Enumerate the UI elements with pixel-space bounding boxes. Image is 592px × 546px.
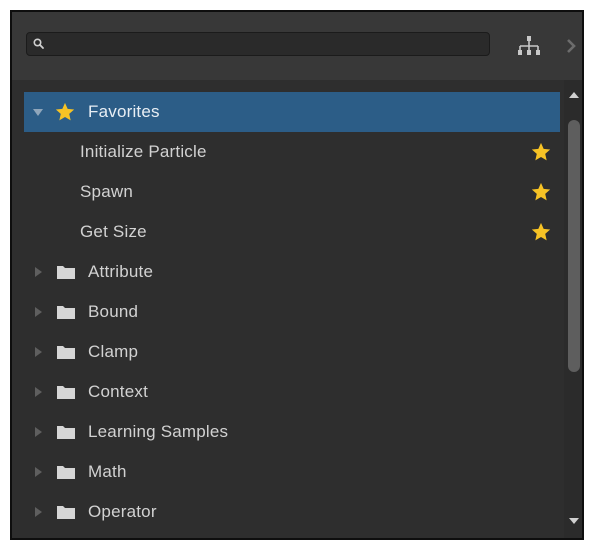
folder-icon (57, 426, 75, 439)
favorite-item-get-size[interactable]: Get Size (24, 212, 560, 252)
folder-icon (57, 266, 75, 279)
tree-item-label: Context (88, 382, 148, 401)
tree-item-label: Attribute (88, 262, 154, 281)
search-input[interactable] (26, 32, 490, 56)
folder-icon (57, 386, 75, 399)
tree-item-label: Initialize Particle (80, 142, 207, 161)
expand-arrow-icon[interactable] (32, 426, 44, 438)
star-icon[interactable] (530, 181, 552, 203)
expand-arrow-icon[interactable] (32, 466, 44, 478)
tree-item-favorites[interactable]: Favorites (24, 92, 560, 132)
expand-arrow-icon[interactable] (32, 346, 44, 358)
tree-folder-operator[interactable]: Operator (24, 492, 560, 532)
tree-item-label: Learning Samples (88, 422, 229, 441)
folder-icon (57, 466, 75, 479)
folder-icon (57, 506, 75, 519)
node-search-panel: Favorites Initialize Particle Spawn Get … (10, 10, 584, 540)
tree-item-label: Operator (88, 502, 157, 521)
toolbar (12, 12, 582, 80)
search-icon (33, 38, 44, 49)
tree-folder-math[interactable]: Math (24, 452, 560, 492)
expand-arrow-icon[interactable] (32, 266, 44, 278)
vertical-scrollbar[interactable] (564, 80, 582, 538)
tree-item-label: Math (88, 462, 127, 481)
tree-item-label: Spawn (80, 182, 133, 201)
tree-item-label: Get Size (80, 222, 147, 241)
expand-arrow-icon[interactable] (32, 306, 44, 318)
hierarchy-icon[interactable] (516, 34, 542, 58)
folder-icon (57, 306, 75, 319)
tree-folder-learning-samples[interactable]: Learning Samples (24, 412, 560, 452)
tree-item-label: Clamp (88, 342, 139, 361)
expand-arrow-icon[interactable] (32, 106, 44, 118)
chevron-right-icon[interactable] (564, 36, 578, 56)
node-tree: Favorites Initialize Particle Spawn Get … (12, 80, 582, 538)
tree-item-label: Favorites (88, 102, 160, 121)
tree-folder-clamp[interactable]: Clamp (24, 332, 560, 372)
star-icon[interactable] (530, 221, 552, 243)
expand-arrow-icon[interactable] (32, 506, 44, 518)
favorite-item-initialize-particle[interactable]: Initialize Particle (24, 132, 560, 172)
tree-folder-context[interactable]: Context (24, 372, 560, 412)
expand-arrow-icon[interactable] (32, 386, 44, 398)
folder-icon (57, 346, 75, 359)
star-icon (55, 102, 75, 121)
tree-folder-attribute[interactable]: Attribute (24, 252, 560, 292)
favorite-item-spawn[interactable]: Spawn (24, 172, 560, 212)
scroll-down-arrow-icon[interactable] (568, 516, 580, 526)
scrollbar-thumb[interactable] (568, 120, 580, 372)
scroll-up-arrow-icon[interactable] (568, 90, 580, 100)
star-icon[interactable] (530, 141, 552, 163)
tree-folder-bound[interactable]: Bound (24, 292, 560, 332)
tree-item-label: Bound (88, 302, 139, 321)
